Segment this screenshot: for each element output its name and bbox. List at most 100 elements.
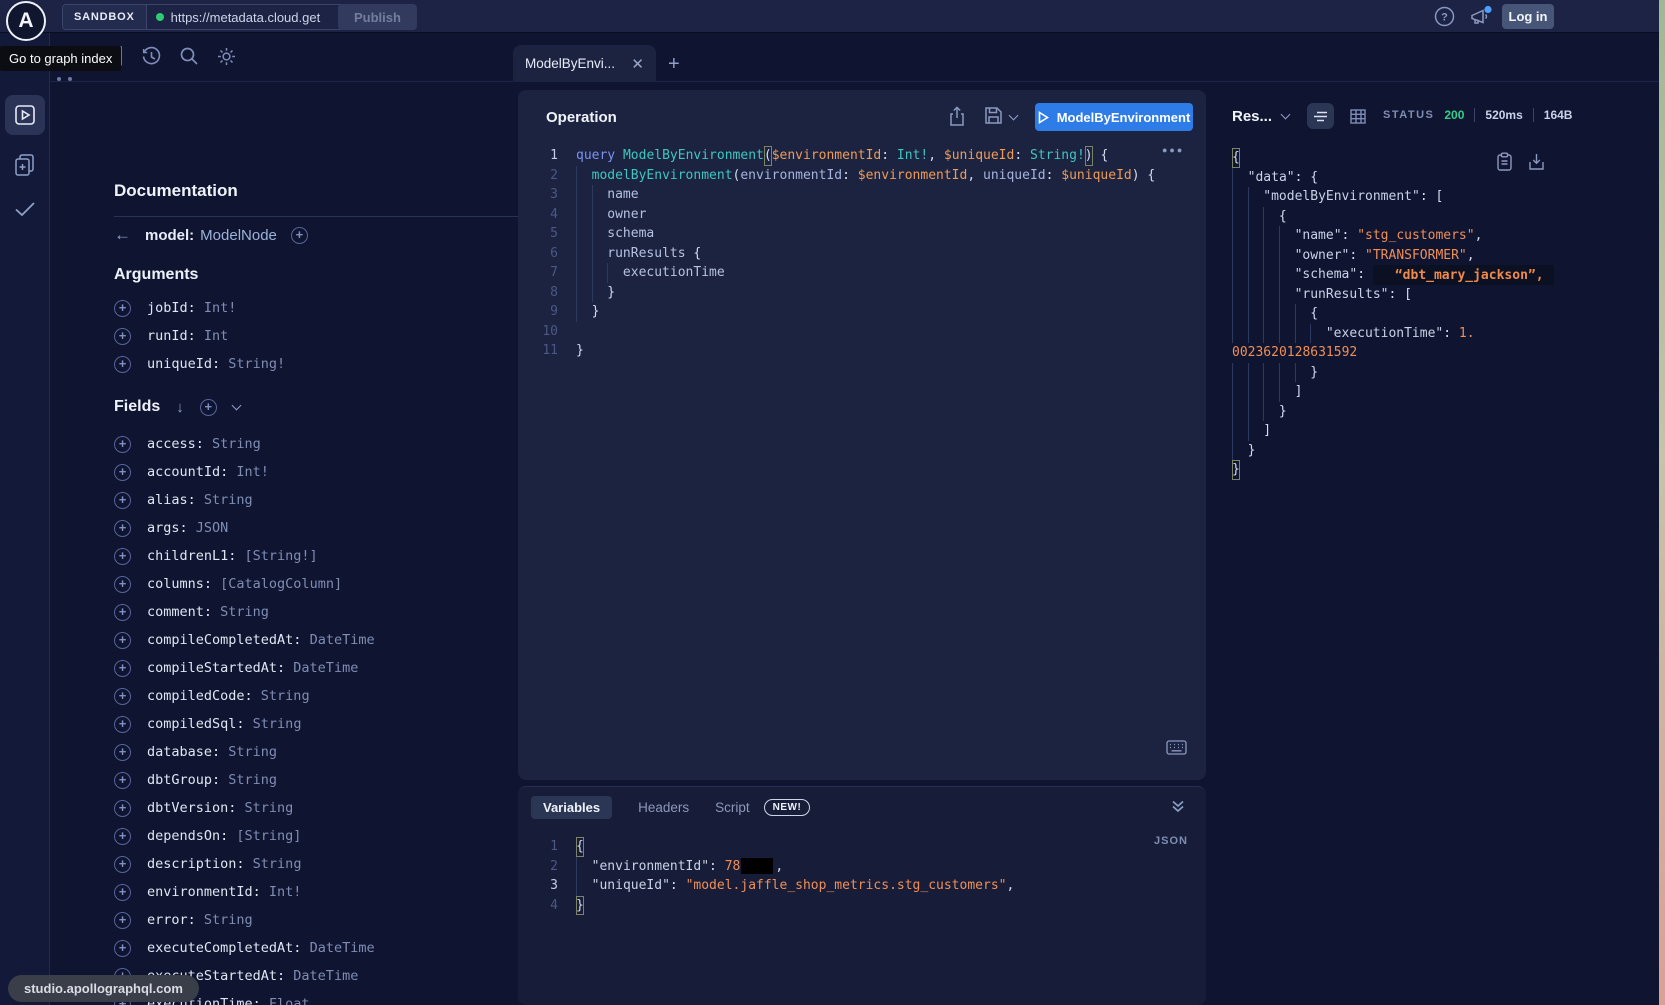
code-line[interactable]: } [1232,460,1632,480]
field-type[interactable]: DateTime [285,660,358,676]
field-name[interactable]: description: [147,856,245,872]
search-icon[interactable] [179,46,200,67]
code-line[interactable]: 11} [518,341,1206,361]
code-line[interactable]: "schema": “dbt_mary_jackson”, [1232,265,1632,285]
doc-field-row[interactable]: +compileCompletedAt: DateTime [114,626,375,654]
collapse-variables-icon[interactable] [1170,799,1186,813]
sidebar-item-schema[interactable] [12,152,38,178]
field-name[interactable]: uniqueId: [147,356,220,372]
doc-field-row[interactable]: +executeCompletedAt: DateTime [114,934,375,962]
code-line[interactable]: { [1232,304,1632,324]
operation-tab[interactable]: ModelByEnvi... ✕ [513,45,656,82]
field-type[interactable]: DateTime [301,940,374,956]
code-line[interactable]: 2modelByEnvironment(environmentId: $envi… [518,166,1206,186]
add-field-to-operation-icon[interactable]: + [114,576,131,593]
code-line[interactable]: } [1232,363,1632,383]
field-type[interactable]: [String] [228,828,301,844]
save-options-chevron-icon[interactable] [1009,111,1019,121]
add-field-to-operation-icon[interactable]: + [114,828,131,845]
code-line[interactable]: 6runResults { [518,244,1206,264]
code-line[interactable]: 8} [518,283,1206,303]
graphql-editor[interactable]: 1query ModelByEnvironment($environmentId… [518,146,1206,361]
history-icon[interactable] [141,46,162,67]
doc-field-row[interactable]: +comment: String [114,598,375,626]
sidebar-item-checks[interactable] [13,200,37,218]
doc-field-row[interactable]: +dependsOn: [String] [114,822,375,850]
field-type[interactable]: DateTime [301,632,374,648]
code-line[interactable]: { [1232,207,1632,227]
field-name[interactable]: dbtVersion: [147,800,236,816]
doc-field-row[interactable]: + childrenL1: [String!] [114,542,375,570]
field-type[interactable]: [String!] [236,548,317,564]
field-name[interactable]: comment: [147,604,212,620]
add-field-to-operation-icon[interactable]: + [114,716,131,733]
tab-headers[interactable]: Headers [638,800,689,815]
code-line[interactable]: 1query ModelByEnvironment($environmentId… [518,146,1206,166]
field-name[interactable]: jobId: [147,300,196,316]
graph-index-icon[interactable] [57,77,61,81]
field-type[interactable]: Int [196,328,229,344]
code-line[interactable]: "owner": "TRANSFORMER", [1232,246,1632,266]
add-field-to-operation-icon[interactable]: + [114,604,131,621]
variables-editor[interactable]: 1{2"environmentId": 78,3"uniqueId": "mod… [518,837,1206,915]
save-operation-button[interactable] [984,106,1017,125]
response-json-viewer[interactable]: {"data": {"modelByEnvironment": [{"name"… [1232,148,1632,480]
breadcrumb-field[interactable]: model: [145,227,194,244]
doc-field-row[interactable]: +database: String [114,738,375,766]
publish-button[interactable]: Publish [338,4,417,30]
code-line[interactable]: "name": "stg_customers", [1232,226,1632,246]
add-field-to-operation-icon[interactable]: + [114,772,131,789]
add-field-to-operation-icon[interactable]: + [114,744,131,761]
close-tab-icon[interactable]: ✕ [631,55,644,73]
add-field-to-operation-icon[interactable]: + [114,688,131,705]
doc-field-row[interactable]: +dbtVersion: String [114,794,375,822]
doc-field-row[interactable]: +description: String [114,850,375,878]
doc-field-row[interactable]: +environmentId: Int! [114,878,375,906]
code-line[interactable]: } [1232,402,1632,422]
doc-field-row[interactable]: + compiledSql: String [114,710,375,738]
code-line[interactable]: { [1232,148,1632,168]
response-view-table-button[interactable] [1344,103,1371,129]
field-name[interactable]: columns: [147,576,212,592]
add-field-to-operation-icon[interactable]: + [114,520,131,537]
field-name[interactable]: dbtGroup: [147,772,220,788]
add-field-to-operation-icon[interactable]: + [114,356,131,373]
add-field-to-operation-icon[interactable]: + [114,300,131,317]
code-line[interactable]: 5schema [518,224,1206,244]
add-field-to-operation-icon[interactable]: + [114,492,131,509]
add-field-to-operation-icon[interactable]: + [114,548,131,565]
code-line[interactable]: 9} [518,302,1206,322]
add-model-field-icon[interactable]: + [291,227,308,244]
code-line[interactable]: 4owner [518,205,1206,225]
code-line[interactable]: 3name [518,185,1206,205]
field-type[interactable]: String [220,772,277,788]
code-line[interactable]: "data": { [1232,168,1632,188]
field-name[interactable]: compiledSql: [147,716,245,732]
code-line[interactable]: ] [1232,382,1632,402]
add-field-to-operation-icon[interactable]: + [114,328,131,345]
field-type[interactable]: String! [220,356,285,372]
doc-field-row[interactable]: +compiledCode: String [114,682,375,710]
field-name[interactable]: compileStartedAt: [147,660,285,676]
field-name[interactable]: alias: [147,492,196,508]
field-name[interactable]: childrenL1: [147,548,236,564]
field-type[interactable]: String [204,436,261,452]
chevron-down-icon[interactable] [231,400,241,410]
breadcrumb-type[interactable]: ModelNode [200,227,277,244]
field-name[interactable]: database: [147,744,220,760]
tab-script[interactable]: Script [715,800,750,815]
doc-field-row[interactable]: +access: String [114,430,375,458]
add-field-to-operation-icon[interactable]: + [114,940,131,957]
doc-field-row[interactable]: +accountId: Int! [114,458,375,486]
field-type[interactable]: String [245,716,302,732]
field-type[interactable]: Int! [228,464,269,480]
add-all-fields-icon[interactable]: + [200,399,217,416]
field-name[interactable]: error: [147,912,196,928]
field-name[interactable]: compiledCode: [147,688,253,704]
add-field-to-operation-icon[interactable]: + [114,632,131,649]
tab-variables[interactable]: Variables [531,796,612,819]
doc-field-row[interactable]: +jobId: Int! [114,294,285,322]
doc-field-row[interactable]: +compileStartedAt: DateTime [114,654,375,682]
doc-field-row[interactable]: +columns: [CatalogColumn] [114,570,375,598]
code-line[interactable]: ] [1232,421,1632,441]
